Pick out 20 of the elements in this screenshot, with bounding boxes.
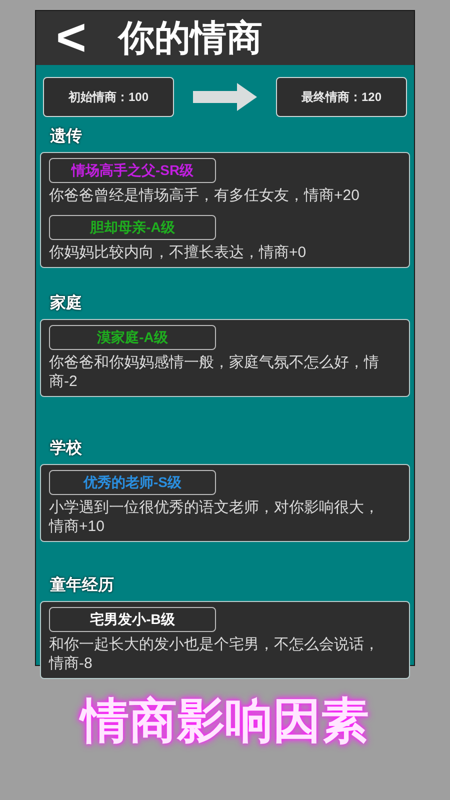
end-score: 最终情商：120 xyxy=(276,77,407,117)
page-title: 你的情商 xyxy=(118,16,262,60)
trait-badge: 漠家庭-A级 xyxy=(49,325,216,350)
trait-description: 和你一起长大的发小也是个宅男，不怎么会说话，情商-8 xyxy=(49,635,380,673)
section-title: 遗传 xyxy=(50,126,83,147)
trait-badge: 优秀的老师-S级 xyxy=(49,470,216,495)
back-button[interactable]: < xyxy=(56,12,86,64)
trait-badge: 情场高手之父-SR级 xyxy=(49,158,216,183)
section-title: 学校 xyxy=(50,438,83,459)
trait-badge: 胆却母亲-A级 xyxy=(49,215,216,240)
right-arrow-icon xyxy=(193,83,257,111)
start-score: 初始情商：100 xyxy=(43,77,174,117)
section-title: 童年经历 xyxy=(50,575,115,596)
caption-text: 情商影响因素 xyxy=(81,686,369,758)
trait-description: 你妈妈比较内向，不擅长表达，情商+0 xyxy=(49,243,308,262)
trait-description: 你爸爸曾经是情场高手，有多任女友，情商+20 xyxy=(49,186,360,205)
trait-description: 小学遇到一位很优秀的语文老师，对你影响很大，情商+10 xyxy=(49,498,380,536)
trait-description: 你爸爸和你妈妈感情一般，家庭气氛不怎么好，情商-2 xyxy=(49,353,380,391)
trait-badge: 宅男发小-B级 xyxy=(49,607,216,632)
section-title: 家庭 xyxy=(50,293,83,314)
